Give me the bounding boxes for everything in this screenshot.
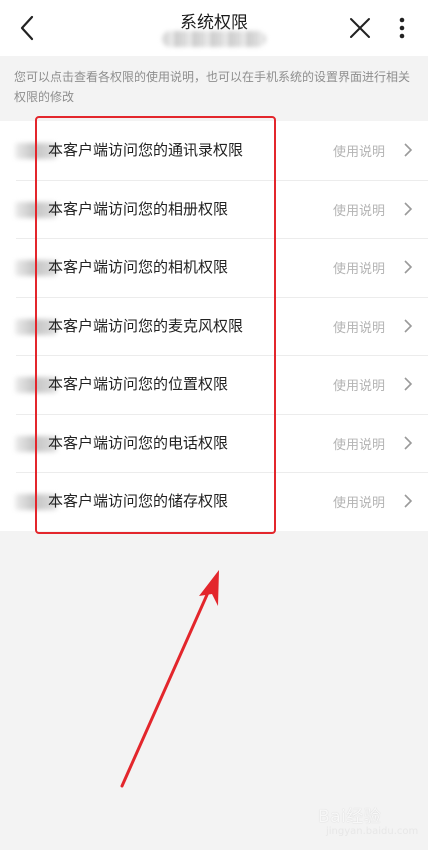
chevron-right-icon [404, 143, 413, 157]
top-bar: 系统权限 [0, 0, 428, 56]
chevron-right-icon [404, 494, 413, 508]
permission-label: 本客户端访问您的麦克风权限 [48, 316, 244, 335]
more-vertical-icon[interactable] [392, 14, 412, 42]
blurred-account-name [162, 31, 266, 47]
permission-row-phone[interactable]: 本客户端访问您的电话权限 使用说明 [0, 413, 428, 473]
permission-row-contacts[interactable]: 本客户端访问您的通讯录权限 使用说明 [0, 121, 428, 180]
chevron-right-icon [404, 318, 413, 333]
watermark: Bai经验 [318, 807, 382, 827]
usage-help-link[interactable]: 使用说明 [333, 375, 385, 394]
permission-row-camera[interactable]: 本客户端访问您的相机权限 使用说明 [0, 238, 428, 297]
permission-list: 本客户端访问您的通讯录权限 使用说明 本客户端访问您的相册权限 使用说明 本客户… [0, 121, 428, 531]
usage-help-link[interactable]: 使用说明 [333, 200, 385, 219]
permission-label: 本客户端访问您的通讯录权限 [48, 141, 244, 159]
permission-label: 本客户端访问您的储存权限 [48, 492, 229, 510]
permission-label: 本客户端访问您的相册权限 [48, 199, 229, 218]
permission-row-location[interactable]: 本客户端访问您的位置权限 使用说明 [0, 355, 428, 414]
permission-row-microphone[interactable]: 本客户端访问您的麦克风权限 使用说明 [0, 296, 428, 356]
chevron-right-icon [404, 201, 413, 216]
usage-help-link[interactable]: 使用说明 [333, 434, 385, 453]
permission-label: 本客户端访问您的位置权限 [48, 375, 229, 393]
usage-help-link[interactable]: 使用说明 [333, 317, 385, 336]
chevron-right-icon [404, 435, 413, 450]
usage-help-link[interactable]: 使用说明 [333, 141, 385, 160]
permission-row-storage[interactable]: 本客户端访问您的储存权限 使用说明 [0, 472, 428, 531]
close-icon[interactable] [348, 16, 372, 40]
usage-help-link[interactable]: 使用说明 [333, 492, 385, 511]
permission-notice: 您可以点击查看各权限的使用说明，也可以在手机系统的设置界面进行相关权限的修改 [14, 70, 411, 104]
permission-row-album[interactable]: 本客户端访问您的相册权限 使用说明 [0, 179, 428, 239]
watermark-url: jingyan.baidu.com [326, 826, 419, 837]
chevron-right-icon [404, 377, 413, 391]
permission-label: 本客户端访问您的相机权限 [48, 258, 229, 276]
usage-help-link[interactable]: 使用说明 [333, 258, 385, 277]
chevron-right-icon [404, 260, 413, 274]
permission-label: 本客户端访问您的电话权限 [48, 433, 229, 452]
